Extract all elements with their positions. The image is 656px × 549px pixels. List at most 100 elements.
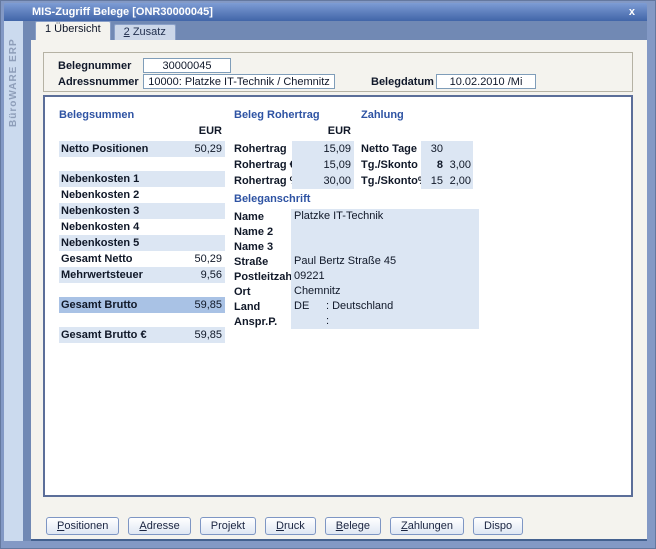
summary-row: Nebenkosten 2 xyxy=(59,187,225,203)
summary-label: Gesamt Brutto xyxy=(59,299,169,311)
rohertrag-value: 30,00 xyxy=(292,173,354,189)
window-title: MIS-Zugriff Belege [ONR30000045] xyxy=(32,6,213,18)
beleganschrift-rows: NamePlatzke IT-TechnikName 2Name 3Straße… xyxy=(234,209,479,329)
belegsummen-section: Belegsummen EUR Netto Positionen50,29Neb… xyxy=(59,109,225,343)
address-row: NamePlatzke IT-Technik xyxy=(234,209,479,224)
row-spacer xyxy=(59,283,225,297)
projekt-button[interactable]: Projekt xyxy=(200,517,256,535)
belegdatum-field[interactable] xyxy=(436,74,536,89)
address-value-text: : Deutschland xyxy=(326,299,393,314)
address-label: Ort xyxy=(234,286,291,298)
belege-button[interactable]: Belege xyxy=(325,517,381,535)
brand-text: BüroWARE ERP xyxy=(4,23,23,127)
summary-label: Nebenkosten 2 xyxy=(59,189,169,201)
rohertrag-label: Rohertrag % xyxy=(234,175,292,187)
dispo-button[interactable]: Dispo xyxy=(473,517,523,535)
summary-label: Nebenkosten 1 xyxy=(59,173,169,185)
adressnummer-row: Adressnummer Belegdatum xyxy=(44,74,632,89)
close-button[interactable]: x xyxy=(625,6,639,18)
belegsummen-rows: Netto Positionen50,29Nebenkosten 1Nebenk… xyxy=(59,141,225,343)
rohertrag-label: Rohertrag xyxy=(234,143,292,155)
zahlung-row: Tg./Skonto %83,00 xyxy=(361,157,473,173)
address-value: DE: Deutschland xyxy=(291,299,479,314)
address-row: LandDE: Deutschland xyxy=(234,299,479,314)
detail-panel: Belegsummen EUR Netto Positionen50,29Neb… xyxy=(43,95,633,497)
address-value: Platzke IT-Technik xyxy=(291,209,479,224)
action-button-bar: Positionen Adresse Projekt Druck Belege Zahlu… xyxy=(43,517,633,537)
rohertrag-label: Rohertrag € xyxy=(234,159,292,171)
summary-label: Nebenkosten 4 xyxy=(59,221,169,233)
rohertrag-row: Rohertrag %30,00 xyxy=(234,173,354,189)
summary-value: 9,56 xyxy=(169,269,225,281)
summary-value: 50,29 xyxy=(169,253,225,265)
zahlung-row: Netto Tage30 xyxy=(361,141,473,157)
tab-2[interactable]: 2 Zusatz xyxy=(114,24,176,40)
row-spacer xyxy=(59,313,225,327)
summary-row: Netto Positionen50,29 xyxy=(59,141,225,157)
address-row: StraßePaul Bertz Straße 45 xyxy=(234,254,479,269)
address-label: Name 2 xyxy=(234,226,291,238)
address-value: 09221 xyxy=(291,269,479,284)
summary-row: Nebenkosten 4 xyxy=(59,219,225,235)
header-panel: Belegnummer Adressnummer Belegdatum xyxy=(43,52,633,92)
positionen-button[interactable]: Positionen xyxy=(46,517,119,535)
summary-row: Gesamt Brutto59,85 xyxy=(59,297,225,313)
rohertrag-rows: Rohertrag15,09Rohertrag €15,09Rohertrag … xyxy=(234,141,354,189)
address-row: OrtChemnitz xyxy=(234,284,479,299)
summary-value: 50,29 xyxy=(169,143,225,155)
row-spacer xyxy=(59,157,225,171)
summary-label: Nebenkosten 5 xyxy=(59,237,169,249)
adressnummer-field[interactable] xyxy=(143,74,335,89)
belegdatum-label: Belegdatum xyxy=(371,76,433,88)
zahlung-days-value: 8 xyxy=(421,157,445,173)
app-window: MIS-Zugriff Belege [ONR30000045] x BüroW… xyxy=(0,0,656,549)
address-value: Chemnitz xyxy=(291,284,479,299)
zahlung-label: Netto Tage xyxy=(361,143,421,155)
zahlung-days-value: 15 xyxy=(421,173,445,189)
summary-row: Nebenkosten 5 xyxy=(59,235,225,251)
beleganschrift-title: Beleganschrift xyxy=(234,193,479,207)
zahlung-label: Tg./Skonto% xyxy=(361,175,421,187)
summary-value: 59,85 xyxy=(169,299,225,311)
address-value: Paul Bertz Straße 45 xyxy=(291,254,479,269)
summary-row: Nebenkosten 3 xyxy=(59,203,225,219)
address-row: Postleitzahl09221 xyxy=(234,269,479,284)
address-label: Anspr.P. xyxy=(234,316,291,328)
address-label: Straße xyxy=(234,256,291,268)
summary-value: 59,85 xyxy=(169,329,225,341)
address-row: Anspr.P.: xyxy=(234,314,479,329)
belegsummen-title: Belegsummen xyxy=(59,109,225,125)
summary-row: Nebenkosten 1 xyxy=(59,171,225,187)
address-value-text: : xyxy=(326,314,329,329)
zahlungen-button[interactable]: Zahlungen xyxy=(390,517,464,535)
beleganschrift-section: Beleganschrift NamePlatzke IT-Technik Nam… xyxy=(234,193,479,329)
summary-row: Mehrwertsteuer9,56 xyxy=(59,267,225,283)
address-label: Land xyxy=(234,301,291,313)
rohertrag-title: Beleg Rohertrag xyxy=(234,109,354,125)
belegnummer-label: Belegnummer xyxy=(58,60,143,72)
zahlung-row: Tg./Skonto%152,00 xyxy=(361,173,473,189)
tab-1[interactable]: 1 Übersicht xyxy=(35,21,111,40)
rohertrag-row: Rohertrag15,09 xyxy=(234,141,354,157)
address-country-code xyxy=(294,314,326,329)
zahlung-percent-value: 2,00 xyxy=(445,173,473,189)
address-value: : xyxy=(291,314,479,329)
summary-row: Gesamt Netto50,29 xyxy=(59,251,225,267)
address-country-code: DE xyxy=(294,299,326,314)
adresse-button[interactable]: Adresse xyxy=(128,517,190,535)
summary-row: Gesamt Brutto €59,85 xyxy=(59,327,225,343)
belegnummer-field[interactable] xyxy=(143,58,231,73)
brand-strip: BüroWARE ERP xyxy=(4,21,23,541)
summary-label: Netto Positionen xyxy=(59,143,169,155)
address-row: Name 3 xyxy=(234,239,479,254)
belegsummen-currency: EUR xyxy=(59,125,225,141)
address-row: Name 2 xyxy=(234,224,479,239)
summary-label: Nebenkosten 3 xyxy=(59,205,169,217)
rohertrag-value: 15,09 xyxy=(292,157,354,173)
zahlung-label: Tg./Skonto % xyxy=(361,159,421,171)
druck-button[interactable]: Druck xyxy=(265,517,316,535)
zahlung-percent-value: 3,00 xyxy=(445,157,473,173)
zahlung-title: Zahlung xyxy=(361,109,473,125)
zahlung-days-value: 30 xyxy=(421,141,445,157)
rohertrag-value: 15,09 xyxy=(292,141,354,157)
